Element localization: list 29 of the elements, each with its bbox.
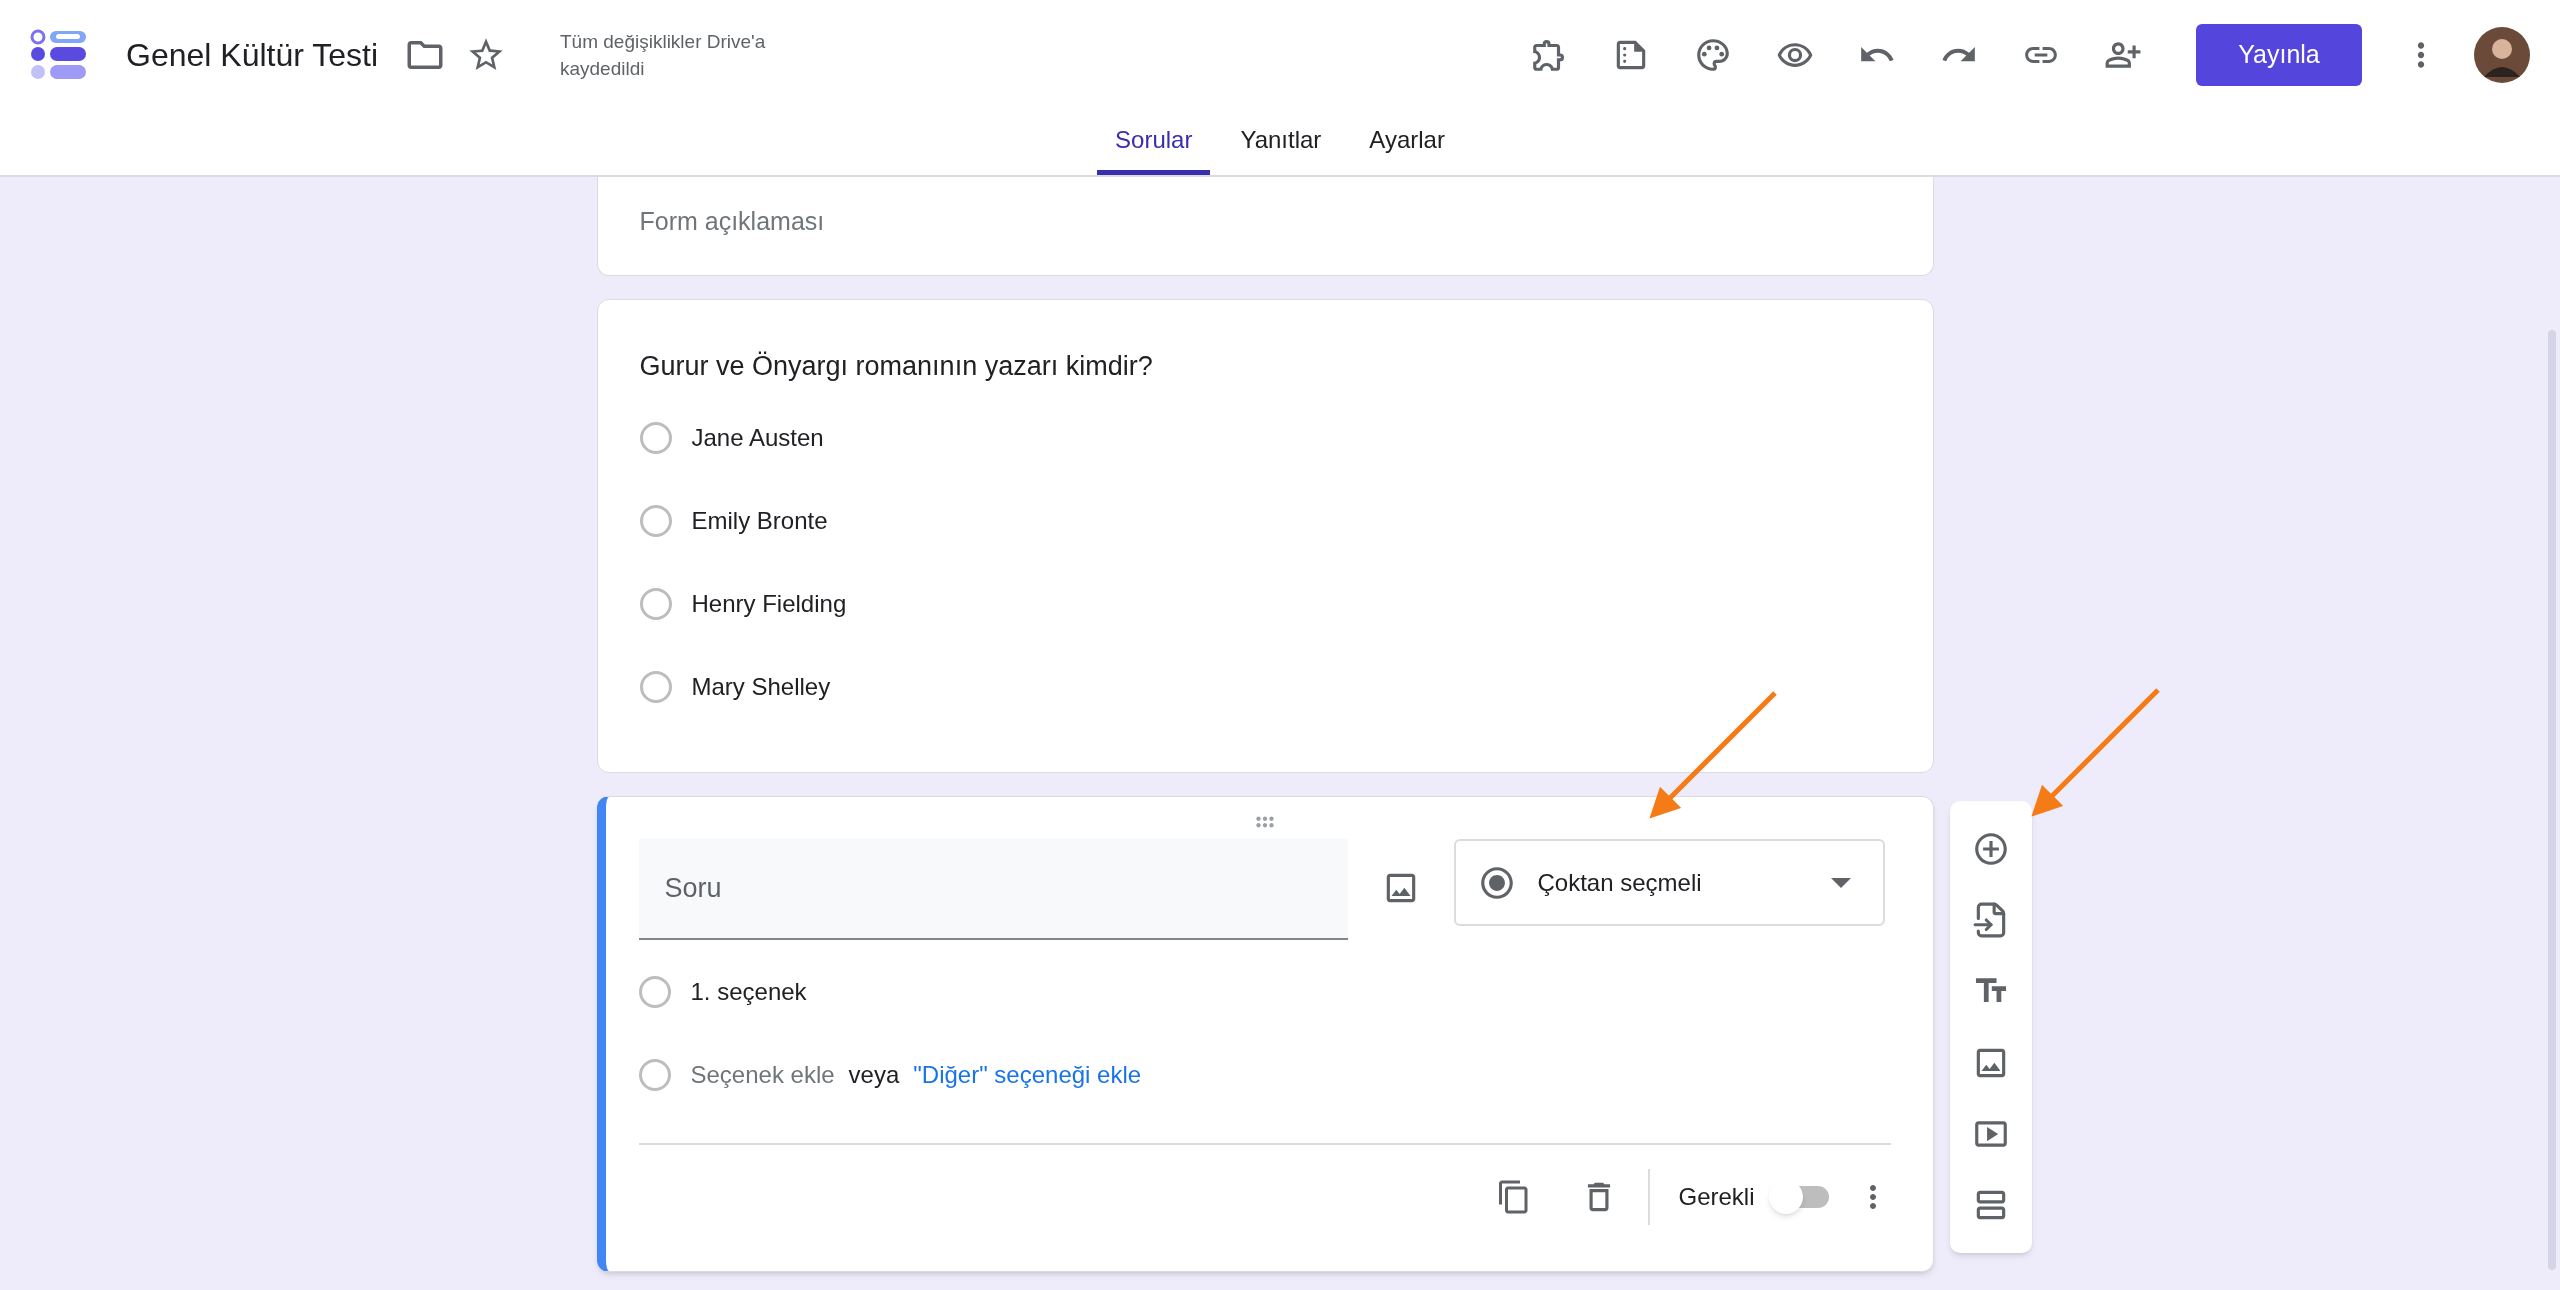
add-other-link[interactable]: "Diğer" seçeneği ekle: [913, 1057, 1142, 1093]
radio-button[interactable]: [639, 505, 672, 537]
dropdown-caret-icon: [1830, 877, 1851, 888]
required-label: Gerekli: [1678, 1182, 1755, 1212]
radio-button[interactable]: [638, 976, 671, 1008]
radio-button[interactable]: [639, 671, 672, 703]
question-field[interactable]: Soru: [638, 839, 1348, 940]
description-field[interactable]: Form açıklaması: [639, 201, 1440, 241]
palette-icon[interactable]: [1694, 36, 1732, 74]
avatar[interactable]: [2474, 27, 2530, 83]
scrollbar[interactable]: [2548, 330, 2556, 1270]
logo-icon: [30, 29, 88, 81]
option-label[interactable]: 1. seçenek: [690, 974, 807, 1010]
question-type-dropdown[interactable]: Çoktan seçmeli: [1453, 839, 1885, 926]
option-label: Henry Fielding: [691, 589, 847, 619]
radio-button[interactable]: [639, 588, 672, 620]
question-text: Gurur ve Önyargı romanının yazarı kimdir?: [639, 350, 1154, 383]
form-title[interactable]: Genel Kültür Testi: [126, 31, 378, 79]
option-label: Emily Bronte: [691, 506, 828, 536]
publish-button[interactable]: Yayınla: [2196, 24, 2362, 86]
or-text: veya: [848, 1060, 900, 1090]
radio-button[interactable]: [639, 422, 672, 454]
radio-button[interactable]: [638, 1059, 671, 1091]
tab[interactable]: Ayarlar: [1351, 110, 1463, 175]
option-label: Jane Austen: [691, 423, 824, 453]
add-option-link[interactable]: Seçenek ekle: [690, 1057, 835, 1093]
tab[interactable]: Yanıtlar: [1222, 110, 1340, 175]
save-status: Tüm değişiklikler Drive'a kaydedildi: [560, 30, 767, 81]
option-label: Mary Shelley: [691, 672, 831, 702]
